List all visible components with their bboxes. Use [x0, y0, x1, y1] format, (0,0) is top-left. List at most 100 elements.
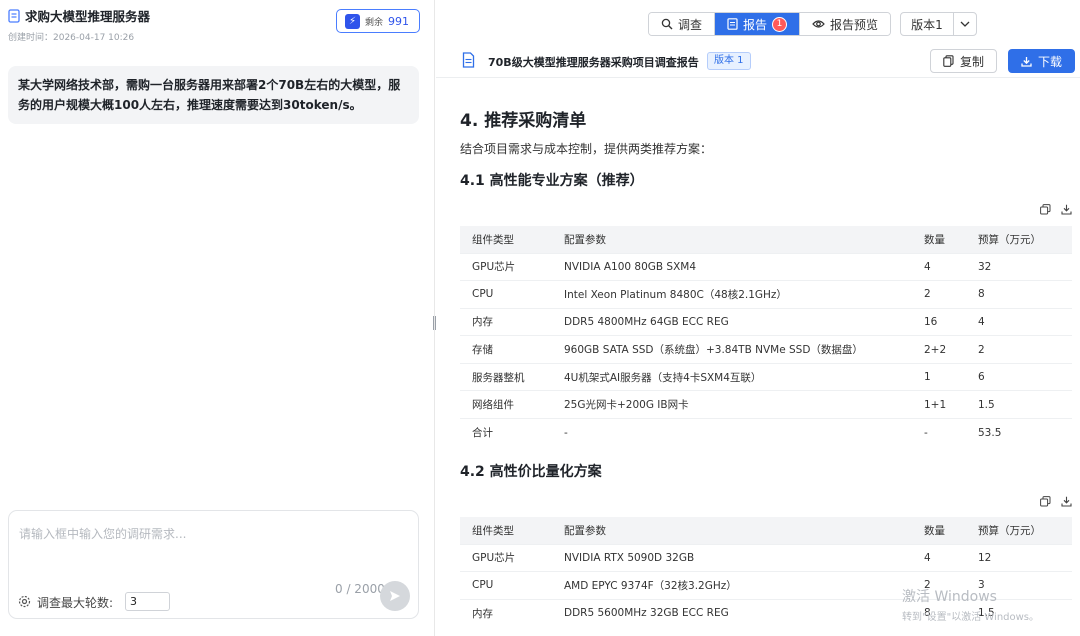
version-value: 版本1 [901, 13, 954, 35]
document-icon [8, 8, 20, 23]
credits-value: 991 [388, 14, 410, 28]
table-cell: DDR5 5600MHz 32GB ECC REG [552, 598, 912, 627]
send-button[interactable] [380, 581, 410, 611]
table-cell: Intel Xeon Platinum 8480C（48核2.1GHz） [552, 280, 912, 309]
tab-report-preview[interactable]: 报告预览 [800, 13, 891, 35]
download-icon[interactable] [1061, 204, 1072, 215]
table-cell: CPU [460, 280, 552, 309]
table-row: GPU芯片 NVIDIA A100 80GB SXM4 4 32 [460, 252, 1072, 281]
table-cell: CPU [460, 571, 552, 600]
tab-research-label: 调查 [678, 17, 703, 32]
table-cell: 6 [966, 362, 1072, 391]
table-cell: 网络组件 [460, 390, 552, 419]
table-row: CPU Intel Xeon Platinum 8480C（48核2.1GHz） 2… [460, 280, 1072, 309]
column-header: 预算（万元） [966, 226, 1072, 253]
tab-report[interactable]: 报告 1 [715, 13, 801, 35]
table-cell: AMD EPYC 9374F（32核3.2GHz） [552, 571, 912, 600]
table-cell: 4U机架式AI服务器（支持4卡SXM4互联） [552, 362, 912, 391]
char-counter: 0 / 2000 [335, 582, 385, 596]
view-tabs: 调查 报告 1 报告预览 [648, 12, 892, 36]
chat-header: 求购大模型推理服务器 创建时间：2026-04-17 10:26 ⚡ 剩余 99… [8, 6, 420, 43]
table-row: 服务器整机 4U机架式AI服务器（支持4卡SXM4互联） 1 6 [460, 362, 1072, 391]
lightning-icon: ⚡ [345, 13, 360, 29]
table-cell: 960GB SATA SSD（系统盘）+3.84TB NVMe SSD（数据盘） [552, 335, 912, 364]
plan1-table: 组件类型 配置参数 数量 预算（万元） GPU芯片 NVIDIA A100 80GB S… [460, 226, 1072, 447]
table-cell: 内存 [460, 307, 552, 336]
table-cell: 4 [966, 307, 1072, 336]
credits-label: 剩余 [365, 17, 384, 28]
plan1-heading: 4.1 高性能专业方案（推荐） [460, 173, 644, 189]
table-cell: GPU芯片 [460, 543, 552, 572]
copy-button[interactable]: 复制 [930, 49, 997, 73]
report-title-bar: 70B级大模型推理服务器采购项目调查报告 版本 1 复制 下载 [436, 44, 1080, 78]
chat-title: 求购大模型推理服务器 [25, 9, 151, 24]
eye-icon [812, 20, 825, 28]
table-cell: 4 [912, 252, 966, 281]
send-icon [390, 591, 400, 601]
tab-report-label: 报告 [743, 17, 768, 32]
table-cell: NVIDIA A100 80GB SXM4 [552, 252, 912, 281]
download-button[interactable]: 下载 [1008, 49, 1075, 73]
user-message: 某大学网络技术部，需购一台服务器用来部署2个70B左右的大模型，服务的用户规模大… [8, 66, 419, 124]
table-cell: - [552, 418, 912, 447]
windows-activation-watermark: 激活 Windows 转到"设置"以激活 Windows。 [902, 586, 1039, 623]
column-header: 组件类型 [460, 226, 552, 253]
doc-icon [727, 18, 738, 30]
download-icon[interactable] [1061, 496, 1072, 507]
table-cell: 12 [966, 543, 1072, 572]
report-title: 70B级大模型推理服务器采购项目调查报告 [488, 56, 699, 69]
table-cell: 1.5 [966, 390, 1072, 419]
composer: 请输入框中输入您的调研需求... 调查最大轮数: 3 0 / 2000 [8, 510, 419, 619]
table-cell: 1+1 [912, 390, 966, 419]
section-intro: 结合项目需求与成本控制，提供两类推荐方案： [460, 142, 713, 156]
watermark-line2: 转到"设置"以激活 Windows。 [902, 612, 1040, 623]
plan2-heading: 4.2 高性价比量化方案 [460, 464, 602, 480]
column-header: 配置参数 [552, 226, 912, 253]
column-header: 数量 [912, 226, 966, 253]
table-row: 合计 - -53.5 [460, 418, 1072, 447]
download-icon [1021, 56, 1032, 67]
download-label: 下载 [1037, 54, 1062, 69]
tab-preview-label: 报告预览 [830, 17, 879, 32]
table-cell: - [912, 418, 966, 447]
credits-button[interactable]: ⚡ 剩余 991 [336, 9, 420, 33]
gear-icon[interactable] [18, 595, 31, 608]
table-cell: 16 [912, 307, 966, 336]
table1-tools [1040, 204, 1072, 215]
table-cell: 4 [912, 543, 966, 572]
table-cell: 25G光网卡+200G IB网卡 [552, 390, 912, 419]
max-rounds-label: 调查最大轮数: [37, 596, 114, 610]
table-cell: NVIDIA RTX 5090D 32GB [552, 543, 912, 572]
table-cell: 2 [912, 280, 966, 309]
copy-icon[interactable] [1040, 204, 1051, 215]
table-row: GPU芯片 NVIDIA RTX 5090D 32GB 4 12 [460, 543, 1072, 572]
copy-icon [943, 55, 954, 67]
section-heading: 4. 推荐采购清单 [460, 111, 587, 131]
search-icon [661, 18, 673, 30]
table2-tools [1040, 496, 1072, 507]
column-header: 配置参数 [552, 517, 912, 544]
table-row: 内存 DDR5 4800MHz 64GB ECC REG 16 4 [460, 307, 1072, 336]
file-icon [462, 52, 475, 71]
table-cell: 合计 [460, 418, 552, 447]
max-rounds-input[interactable]: 3 [125, 592, 170, 611]
chat-panel: 求购大模型推理服务器 创建时间：2026-04-17 10:26 ⚡ 剩余 99… [0, 0, 435, 636]
table-cell: DDR5 4800MHz 64GB ECC REG [552, 307, 912, 336]
column-header: 组件类型 [460, 517, 552, 544]
chevron-down-icon[interactable] [954, 13, 976, 35]
report-panel: 调查 报告 1 报告预览 版本1 70B级大模型推理服务器采购项目调查报告 版本… [436, 0, 1080, 636]
table-cell: 服务器整机 [460, 362, 552, 391]
column-header: 预算（万元） [966, 517, 1072, 544]
tab-research[interactable]: 调查 [649, 13, 716, 35]
table-row: 存储 960GB SATA SSD（系统盘）+3.84TB NVMe SSD（数据… [460, 335, 1072, 364]
copy-icon[interactable] [1040, 496, 1051, 507]
table-cell: 2+2 [912, 335, 966, 364]
table-cell: 存储 [460, 335, 552, 364]
table-cell: GPU芯片 [460, 252, 552, 281]
table-row: 网络组件 25G光网卡+200G IB网卡 1+1 1.5 [460, 390, 1072, 419]
column-header: 数量 [912, 517, 966, 544]
research-input[interactable]: 请输入框中输入您的调研需求... [19, 525, 186, 542]
table-cell: 32 [966, 252, 1072, 281]
version-select[interactable]: 版本1 [900, 12, 977, 36]
table-cell: 2 [966, 335, 1072, 364]
